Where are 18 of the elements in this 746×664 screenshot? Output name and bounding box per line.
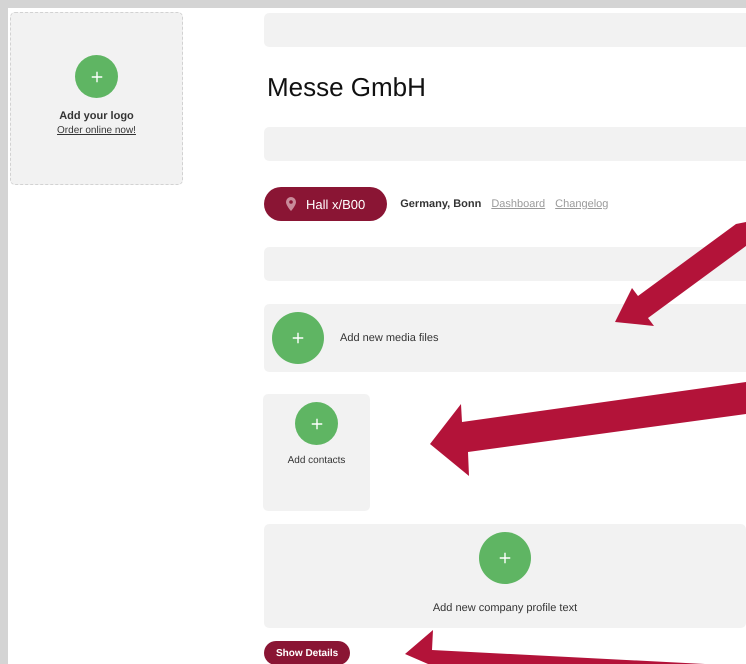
- media-upload-card[interactable]: Add new media files: [264, 304, 746, 372]
- add-icon[interactable]: [75, 55, 118, 98]
- add-icon[interactable]: [272, 312, 324, 364]
- logo-upload-card[interactable]: Add your logo Order online now!: [10, 12, 183, 185]
- contacts-label: Add contacts: [288, 455, 346, 466]
- profile-label: Add new company profile text: [432, 602, 578, 614]
- add-icon[interactable]: [295, 402, 338, 445]
- city-label: Germany, Bonn: [400, 198, 482, 210]
- contacts-card[interactable]: Add contacts: [263, 394, 370, 511]
- order-link[interactable]: Order online now!: [57, 125, 136, 136]
- company-name: Messe GmbH: [267, 72, 427, 104]
- hall-label: Hall x/B00: [306, 196, 366, 212]
- show-details-button[interactable]: Show Details: [264, 641, 350, 664]
- add-icon[interactable]: [479, 532, 531, 584]
- media-label: Add new media files: [340, 332, 438, 344]
- location-pin-icon: [286, 197, 296, 211]
- logo-title: Add your logo: [59, 110, 134, 122]
- profile-text-card[interactable]: Add new company profile text: [264, 524, 746, 628]
